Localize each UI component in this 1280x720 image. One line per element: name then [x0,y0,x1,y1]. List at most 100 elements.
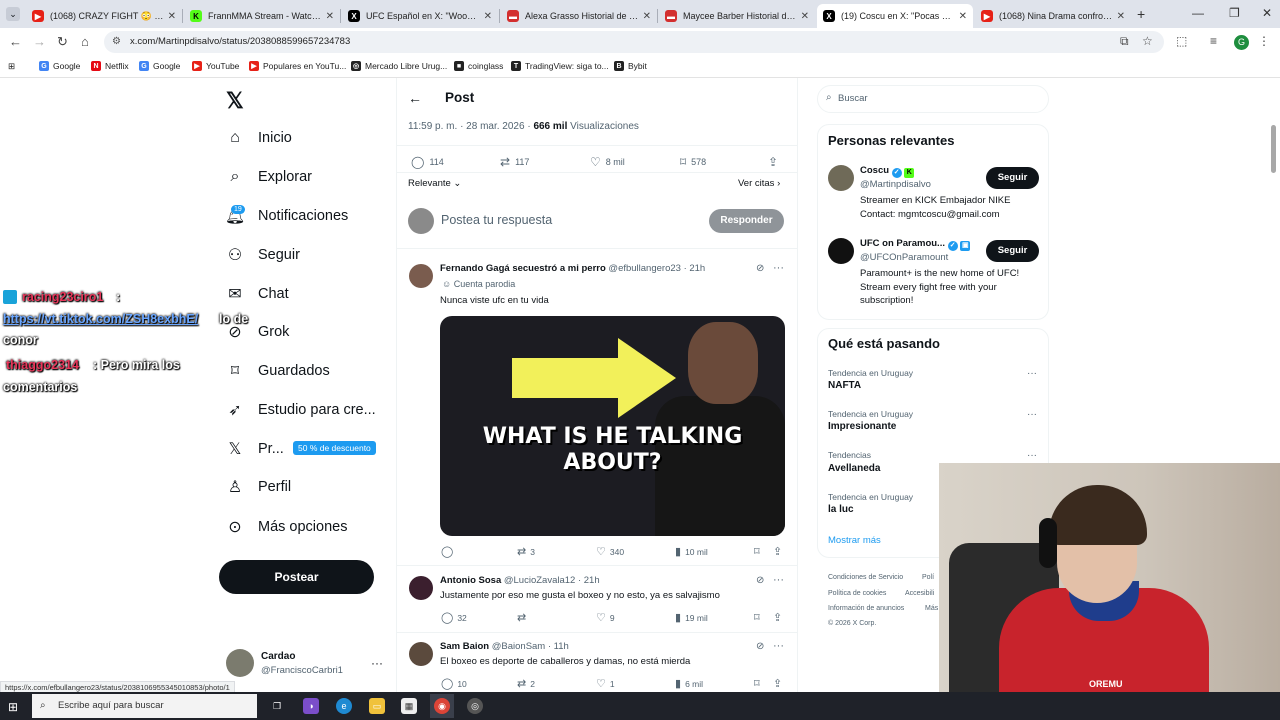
views-action[interactable]: ▮ 19 mil [675,611,708,624]
sort-dropdown[interactable]: Relevante ⌄ [408,178,461,189]
bookmark-coinglass[interactable]: ■ coinglass [454,61,503,71]
repost-action[interactable]: ⇄ 3 [517,545,535,558]
close-icon[interactable]: ✕ [643,11,651,22]
tweet-author[interactable]: Fernando Gagá secuestró a mi perro [440,263,606,274]
trend-item[interactable]: la luc [828,504,854,515]
profile-avatar[interactable]: G [1234,35,1249,50]
reply-action[interactable]: ◯ 32 [441,611,467,624]
bookmark-icon[interactable]: ⌑ [754,611,764,624]
footer-link[interactable]: Información de anuncios [828,605,904,612]
bookmark-mercadolibre[interactable]: ◎ Mercado Libre Urug... [351,61,447,71]
tab-5-active[interactable]: X (19) Coscu en X: "Pocas veces ✕ [817,4,973,28]
windows-start-icon[interactable]: ⊞ [8,700,18,714]
bookmark-icon[interactable]: ⌑ [754,545,764,558]
more-icon[interactable]: ··· [1027,368,1037,379]
close-icon[interactable]: ✕ [801,11,809,22]
tweet-handle[interactable]: @BaionSam · 11h [492,641,569,652]
footer-link[interactable]: Más [925,605,938,612]
reply-action[interactable]: ◯ 10 [441,677,467,690]
site-info-icon[interactable]: ⚙ [112,36,121,47]
close-icon[interactable]: ✕ [1117,11,1125,22]
app-icon[interactable]: ◑ [303,698,319,714]
scrollbar[interactable] [1271,125,1276,173]
bookmark-stat[interactable]: ⌑ 578 [680,155,706,169]
store-icon[interactable]: ▦ [401,698,417,714]
like-action[interactable]: ♡ 1 [596,677,615,690]
bookmark-google[interactable]: G Google [39,61,80,71]
repost-action[interactable]: ⇄ [517,611,530,624]
avatar[interactable] [828,238,854,264]
views-action[interactable]: ▮ 6 mil [675,677,703,690]
nav-item-mas-opciones[interactable]: ⊙ Más opciones [226,518,347,536]
repost-action[interactable]: ⇄ 2 [517,677,535,690]
like-action[interactable]: ♡ 9 [596,611,615,624]
tab-6[interactable]: ▶ (1068) Nina Drama confronted ✕ [975,4,1131,28]
back-icon[interactable]: ← [9,34,22,49]
nav-item-explorar[interactable]: ⌕ Explorar [226,168,312,186]
trend-item[interactable]: Avellaneda [828,463,880,474]
nav-item-premium[interactable]: 𝕏 Pr... [226,440,284,458]
x-logo-icon[interactable]: 𝕏 [226,88,244,114]
share-icon[interactable]: ⇪ [773,677,786,690]
nav-item-guardados[interactable]: ⌑ Guardados [226,362,330,380]
nav-item-seguir[interactable]: ⚇ Seguir [226,246,300,264]
follow-button[interactable]: Seguir [986,167,1039,189]
footer-link[interactable]: Política de cookies [828,590,886,597]
bookmark-populares[interactable]: ▶ Populares en YouTu... [249,61,346,71]
account-name[interactable]: Cardao [261,651,295,662]
close-icon[interactable]: ✕ [326,11,334,22]
tweet-media[interactable]: WHAT IS HE TALKING ABOUT? [440,316,785,536]
menu-icon[interactable]: ⋮ [1258,34,1270,48]
reply-action[interactable]: ◯ [441,545,457,558]
close-icon[interactable]: ✕ [168,11,176,22]
like-stat[interactable]: ♡ 8 mil [590,155,625,169]
close-icon[interactable]: ✕ [959,11,967,22]
person-name[interactable]: Coscu ✓ K [860,165,915,178]
footer-link[interactable]: Accesibili [905,590,934,597]
star-icon[interactable]: ☆ [1142,34,1153,48]
tweet-handle[interactable]: @efbullangero23 · 21h [608,263,705,274]
account-avatar[interactable] [226,649,254,677]
taskbar-search-input[interactable]: Escribe aquí para buscar [32,694,257,718]
share-icon[interactable]: ⇪ [768,155,783,169]
grok-icon[interactable]: ⊘ [756,575,764,586]
folder-icon[interactable]: ▭ [369,698,385,714]
reload-icon[interactable]: ↻ [57,34,68,50]
reply-input[interactable]: Postea tu respuesta [441,213,552,227]
more-icon[interactable]: ··· [773,574,784,586]
views-action[interactable]: ▮ 10 mil [675,545,708,558]
avatar[interactable] [409,642,433,666]
minimize-icon[interactable]: — [1192,6,1204,20]
share-icon[interactable]: ⇪ [773,545,786,558]
reply-stat[interactable]: ◯ 114 [411,155,444,169]
bookmark-youtube[interactable]: ▶ YouTube [192,61,239,71]
bookmark-netflix[interactable]: N Netflix [91,61,129,71]
more-icon[interactable]: ··· [773,262,784,274]
tweet-author[interactable]: Antonio Sosa [440,575,501,586]
view-quotes-link[interactable]: Ver citas › [738,178,780,189]
grok-icon[interactable]: ⊘ [756,641,764,652]
footer-link[interactable]: Polí [922,574,934,581]
post-button[interactable]: Postear [219,560,374,594]
extensions-icon[interactable]: ⬚ [1176,34,1187,48]
avatar[interactable] [409,264,433,288]
grok-icon[interactable]: ⊘ [756,263,764,274]
avatar[interactable] [409,576,433,600]
more-icon[interactable]: ··· [773,640,784,652]
show-more-link[interactable]: Mostrar más [828,535,881,546]
home-icon[interactable]: ⌂ [81,34,89,49]
forward-icon[interactable]: → [33,34,46,49]
close-window-icon[interactable]: ✕ [1262,6,1272,20]
tab-0[interactable]: ▶ (1068) CRAZY FIGHT 😳 | Ignac ✕ [26,4,182,28]
close-icon[interactable]: ✕ [484,11,492,22]
more-icon[interactable]: ··· [1027,450,1037,461]
obs-icon[interactable]: ◎ [467,698,483,714]
nav-item-chat[interactable]: ✉ Chat [226,285,288,303]
avatar[interactable] [828,165,854,191]
share-icon[interactable]: ⇪ [773,611,786,624]
install-icon[interactable]: ⧉ [1120,34,1129,49]
new-tab-icon[interactable]: + [1137,6,1145,22]
apps-icon[interactable]: ⊞ [8,61,15,72]
back-arrow-icon[interactable]: ← [408,90,422,106]
nav-item-perfil[interactable]: ♙ Perfil [226,478,291,496]
